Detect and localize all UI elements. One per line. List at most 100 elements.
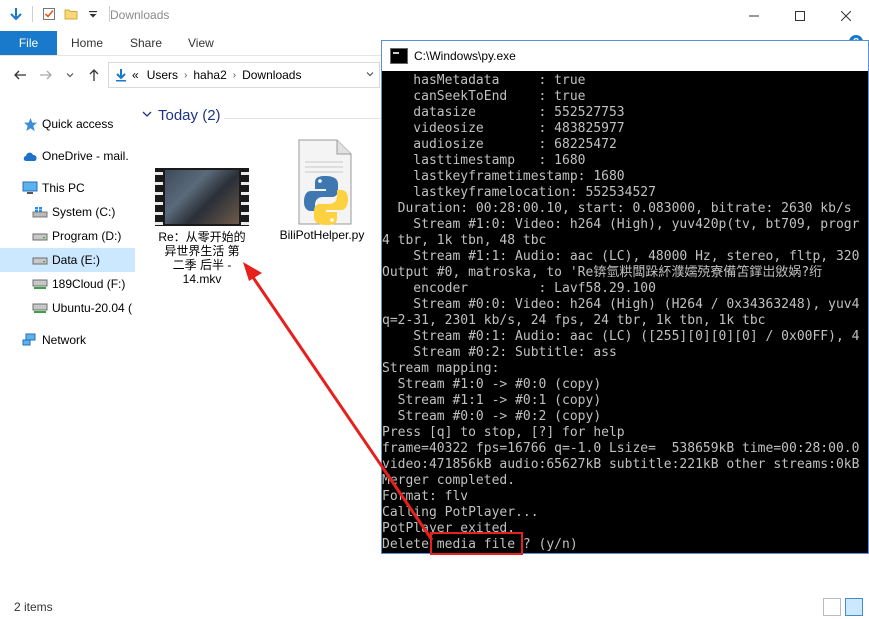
console-line: Merger completed.: [382, 473, 516, 488]
file-name-line: BiliPotHelper.py: [279, 228, 365, 242]
console-line: video:471856kB audio:65627kB subtitle:22…: [382, 457, 860, 472]
console-line: q=2-31, 2301 kb/s, 24 fps, 24 tbr, 1k tb…: [382, 313, 766, 328]
console-line: Stream #1:0: Video: h264 (High), yuv420p…: [382, 217, 860, 232]
console-line: datasize : 552527753: [382, 105, 625, 120]
back-button[interactable]: [12, 67, 28, 83]
nav-item-system-c[interactable]: System (C:): [0, 200, 135, 224]
tab-home[interactable]: Home: [71, 31, 103, 55]
maximize-button[interactable]: [777, 0, 823, 31]
console-line: encoder : Lavf58.29.100: [382, 281, 656, 296]
breadcrumb-users[interactable]: Users: [147, 68, 178, 82]
nav-item-program-d[interactable]: Program (D:): [0, 224, 135, 248]
cloud-icon: [22, 148, 38, 164]
toolbar-divider: [32, 6, 33, 22]
tab-view[interactable]: View: [188, 31, 214, 55]
windows-drive-icon: [32, 204, 48, 220]
nav-label: Ubuntu-20.04 (: [52, 301, 133, 315]
console-line: Output #0, matroska, to 'Re锛氫粠闆跺紑濮嬬殑寮備笘鐣…: [382, 265, 823, 280]
properties-icon[interactable]: [41, 6, 57, 22]
address-dropdown-icon[interactable]: [365, 69, 375, 79]
nav-label: System (C:): [52, 205, 116, 219]
nav-label: Quick access: [42, 117, 114, 131]
console-line: frame=40322 fps=16766 q=-1.0 Lsize= 5386…: [382, 441, 860, 456]
console-line: canSeekToEnd : true: [382, 89, 586, 104]
drive-icon: [32, 252, 48, 268]
view-switcher: [823, 598, 863, 616]
console-line: Stream #1:0 -> #0:0 (copy): [382, 377, 602, 392]
nav-label: Program (D:): [52, 229, 122, 243]
file-name-line: 二季 后半 -: [172, 258, 232, 272]
console-icon: [390, 48, 408, 64]
recent-locations-button[interactable]: [62, 67, 78, 83]
nav-item-quick-access[interactable]: Quick access: [0, 112, 135, 136]
file-item-video[interactable]: Re：从零开始的 异世界生活 第 二季 后半 - 14.mkv: [142, 168, 262, 286]
nav-item-ubuntu[interactable]: Ubuntu-20.04 (: [0, 296, 135, 320]
window-title: Downloads: [110, 8, 170, 22]
console-line: Stream #1:1 -> #0:1 (copy): [382, 393, 602, 408]
chevron-right-icon[interactable]: ›: [184, 70, 187, 81]
details-view-button[interactable]: [823, 598, 841, 616]
nav-item-onedrive[interactable]: OneDrive - mail.: [0, 144, 135, 168]
nav-label: OneDrive - mail.: [42, 149, 129, 163]
nav-item-this-pc[interactable]: This PC: [0, 176, 135, 200]
file-name-line: Re：从零开始的: [158, 230, 246, 244]
group-title: Today (2): [158, 107, 221, 124]
console-line: videosize : 483825977: [382, 121, 625, 136]
file-tab[interactable]: File: [0, 31, 57, 55]
tab-share[interactable]: Share: [130, 31, 162, 55]
chevron-right-icon[interactable]: ›: [233, 70, 236, 81]
breadcrumb-downloads[interactable]: Downloads: [242, 68, 301, 82]
console-line: Stream #0:0: Video: h264 (High) (H264 / …: [382, 297, 860, 312]
console-line: hasMetadata : true: [382, 73, 586, 88]
console-line: Format: flv: [382, 489, 469, 504]
console-title: C:\Windows\py.exe: [414, 49, 516, 63]
console-line: Duration: 00:28:00.10, start: 0.083000, …: [382, 201, 852, 216]
drive-icon: [32, 228, 48, 244]
down-arrow-icon[interactable]: [8, 6, 24, 22]
nav-item-network[interactable]: Network: [0, 328, 135, 352]
up-button[interactable]: [86, 67, 102, 83]
file-item-python[interactable]: BiliPotHelper.py: [272, 138, 372, 242]
address-bar[interactable]: « Users › haha2 › Downloads: [108, 62, 380, 88]
python-file-icon: [287, 138, 357, 226]
console-line: audiosize : 68225472: [382, 137, 617, 152]
console-line: 4 tbr, 1k tbn, 48 tbc: [382, 233, 547, 248]
console-window[interactable]: C:\Windows\py.exe hasMetadata : true can…: [381, 40, 869, 554]
network-drive-icon: [32, 276, 48, 292]
nav-label: Data (E:): [52, 253, 101, 267]
file-list: Today (2) Re：从零开始的 异世界生活 第 二季 后半 - 14.mk…: [136, 94, 384, 594]
minimize-button[interactable]: [731, 0, 777, 31]
console-line: lastkeyframelocation: 552534527: [382, 185, 656, 200]
large-icons-view-button[interactable]: [845, 598, 863, 616]
close-button[interactable]: [823, 0, 869, 31]
nav-label: 189Cloud (F:): [52, 277, 126, 291]
console-line: lasttimestamp : 1680: [382, 153, 586, 168]
file-name-line: 14.mkv: [182, 272, 222, 286]
quick-access-toolbar: [8, 6, 112, 22]
highlight-box: [430, 532, 523, 555]
group-header[interactable]: Today (2): [142, 107, 221, 124]
console-line: Stream mapping:: [382, 361, 500, 376]
console-output[interactable]: hasMetadata : true canSeekToEnd : true d…: [382, 71, 868, 553]
navigation-pane: Quick access OneDrive - mail. This PC Sy…: [0, 94, 135, 594]
new-folder-icon[interactable]: [63, 6, 79, 22]
nav-item-189cloud-f[interactable]: 189Cloud (F:): [0, 272, 135, 296]
console-line: Stream #0:1: Audio: aac (LC) ([255][0][0…: [382, 329, 860, 344]
breadcrumb-haha2[interactable]: haha2: [193, 68, 226, 82]
chevron-down-icon[interactable]: [142, 109, 152, 122]
address-overflow[interactable]: «: [132, 68, 139, 82]
group-divider: [224, 118, 384, 119]
network-icon: [22, 332, 38, 348]
nav-item-data-e[interactable]: Data (E:): [0, 248, 135, 272]
file-name-line: 异世界生活 第: [164, 244, 240, 258]
status-bar: 2 items: [0, 594, 869, 619]
nav-label: Network: [42, 333, 87, 347]
window-controls: [731, 0, 869, 31]
video-thumbnail-icon: [155, 168, 249, 226]
customize-toolbar-icon[interactable]: [85, 6, 101, 22]
explorer-titlebar: Downloads: [0, 0, 869, 31]
downloads-icon: [114, 68, 128, 82]
monitor-icon: [22, 180, 38, 196]
console-line: lastkeyframetimestamp: 1680: [382, 169, 625, 184]
forward-button[interactable]: [38, 67, 54, 83]
